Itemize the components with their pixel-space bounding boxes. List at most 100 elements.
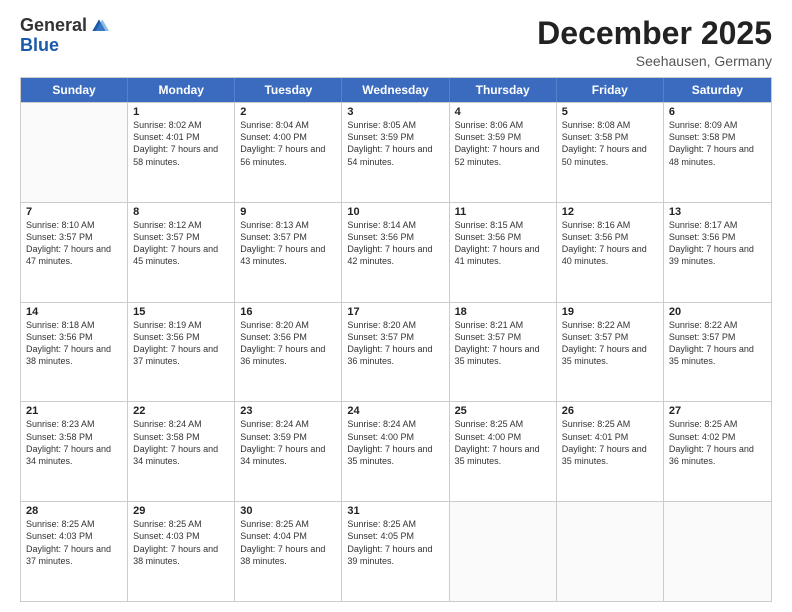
cell-info: Sunrise: 8:16 AM Sunset: 3:56 PM Dayligh… [562,219,658,268]
cell-info: Sunrise: 8:25 AM Sunset: 4:01 PM Dayligh… [562,418,658,467]
day-number: 31 [347,505,443,517]
cal-row-1: 7Sunrise: 8:10 AM Sunset: 3:57 PM Daylig… [21,202,771,302]
day-number: 8 [133,206,229,218]
cell-info: Sunrise: 8:19 AM Sunset: 3:56 PM Dayligh… [133,319,229,368]
cal-cell-0-1: 1Sunrise: 8:02 AM Sunset: 4:01 PM Daylig… [128,103,235,202]
cal-cell-4-3: 31Sunrise: 8:25 AM Sunset: 4:05 PM Dayli… [342,502,449,601]
cal-cell-4-2: 30Sunrise: 8:25 AM Sunset: 4:04 PM Dayli… [235,502,342,601]
cell-info: Sunrise: 8:05 AM Sunset: 3:59 PM Dayligh… [347,119,443,168]
cal-cell-3-1: 22Sunrise: 8:24 AM Sunset: 3:58 PM Dayli… [128,402,235,501]
day-number: 1 [133,106,229,118]
header-sunday: Sunday [21,78,128,102]
logo: General Blue [20,16,109,56]
cal-cell-1-6: 13Sunrise: 8:17 AM Sunset: 3:56 PM Dayli… [664,203,771,302]
cal-cell-1-2: 9Sunrise: 8:13 AM Sunset: 3:57 PM Daylig… [235,203,342,302]
day-number: 30 [240,505,336,517]
cal-cell-2-6: 20Sunrise: 8:22 AM Sunset: 3:57 PM Dayli… [664,303,771,402]
header-thursday: Thursday [450,78,557,102]
cal-cell-1-0: 7Sunrise: 8:10 AM Sunset: 3:57 PM Daylig… [21,203,128,302]
cal-cell-1-3: 10Sunrise: 8:14 AM Sunset: 3:56 PM Dayli… [342,203,449,302]
cell-info: Sunrise: 8:04 AM Sunset: 4:00 PM Dayligh… [240,119,336,168]
cell-info: Sunrise: 8:12 AM Sunset: 3:57 PM Dayligh… [133,219,229,268]
cal-cell-0-5: 5Sunrise: 8:08 AM Sunset: 3:58 PM Daylig… [557,103,664,202]
cal-cell-0-2: 2Sunrise: 8:04 AM Sunset: 4:00 PM Daylig… [235,103,342,202]
day-number: 13 [669,206,766,218]
day-number: 4 [455,106,551,118]
header-monday: Monday [128,78,235,102]
location: Seehausen, Germany [537,53,772,69]
day-number: 2 [240,106,336,118]
day-number: 17 [347,306,443,318]
cell-info: Sunrise: 8:25 AM Sunset: 4:02 PM Dayligh… [669,418,766,467]
day-number: 28 [26,505,122,517]
day-number: 22 [133,405,229,417]
day-number: 20 [669,306,766,318]
cal-cell-0-3: 3Sunrise: 8:05 AM Sunset: 3:59 PM Daylig… [342,103,449,202]
calendar-header: Sunday Monday Tuesday Wednesday Thursday… [21,78,771,102]
cell-info: Sunrise: 8:06 AM Sunset: 3:59 PM Dayligh… [455,119,551,168]
cal-cell-1-4: 11Sunrise: 8:15 AM Sunset: 3:56 PM Dayli… [450,203,557,302]
cal-cell-2-0: 14Sunrise: 8:18 AM Sunset: 3:56 PM Dayli… [21,303,128,402]
cell-info: Sunrise: 8:22 AM Sunset: 3:57 PM Dayligh… [669,319,766,368]
cell-info: Sunrise: 8:25 AM Sunset: 4:05 PM Dayligh… [347,518,443,567]
cell-info: Sunrise: 8:24 AM Sunset: 3:59 PM Dayligh… [240,418,336,467]
cell-info: Sunrise: 8:17 AM Sunset: 3:56 PM Dayligh… [669,219,766,268]
cell-info: Sunrise: 8:14 AM Sunset: 3:56 PM Dayligh… [347,219,443,268]
header-wednesday: Wednesday [342,78,449,102]
cal-row-2: 14Sunrise: 8:18 AM Sunset: 3:56 PM Dayli… [21,302,771,402]
title-block: December 2025 Seehausen, Germany [537,16,772,69]
cal-row-0: 1Sunrise: 8:02 AM Sunset: 4:01 PM Daylig… [21,102,771,202]
cal-cell-3-5: 26Sunrise: 8:25 AM Sunset: 4:01 PM Dayli… [557,402,664,501]
day-number: 3 [347,106,443,118]
page: General Blue December 2025 Seehausen, Ge… [0,0,792,612]
cal-cell-3-0: 21Sunrise: 8:23 AM Sunset: 3:58 PM Dayli… [21,402,128,501]
day-number: 14 [26,306,122,318]
cal-cell-3-4: 25Sunrise: 8:25 AM Sunset: 4:00 PM Dayli… [450,402,557,501]
cal-cell-0-6: 6Sunrise: 8:09 AM Sunset: 3:58 PM Daylig… [664,103,771,202]
header-friday: Friday [557,78,664,102]
day-number: 11 [455,206,551,218]
cal-cell-4-1: 29Sunrise: 8:25 AM Sunset: 4:03 PM Dayli… [128,502,235,601]
day-number: 6 [669,106,766,118]
day-number: 26 [562,405,658,417]
cell-info: Sunrise: 8:25 AM Sunset: 4:00 PM Dayligh… [455,418,551,467]
cal-cell-3-6: 27Sunrise: 8:25 AM Sunset: 4:02 PM Dayli… [664,402,771,501]
cal-cell-4-6 [664,502,771,601]
cell-info: Sunrise: 8:08 AM Sunset: 3:58 PM Dayligh… [562,119,658,168]
logo-blue: Blue [20,36,59,56]
cell-info: Sunrise: 8:20 AM Sunset: 3:57 PM Dayligh… [347,319,443,368]
cal-row-4: 28Sunrise: 8:25 AM Sunset: 4:03 PM Dayli… [21,501,771,601]
cell-info: Sunrise: 8:09 AM Sunset: 3:58 PM Dayligh… [669,119,766,168]
calendar-body: 1Sunrise: 8:02 AM Sunset: 4:01 PM Daylig… [21,102,771,601]
cal-cell-2-3: 17Sunrise: 8:20 AM Sunset: 3:57 PM Dayli… [342,303,449,402]
day-number: 5 [562,106,658,118]
cell-info: Sunrise: 8:20 AM Sunset: 3:56 PM Dayligh… [240,319,336,368]
cell-info: Sunrise: 8:22 AM Sunset: 3:57 PM Dayligh… [562,319,658,368]
cal-cell-1-1: 8Sunrise: 8:12 AM Sunset: 3:57 PM Daylig… [128,203,235,302]
cal-cell-2-5: 19Sunrise: 8:22 AM Sunset: 3:57 PM Dayli… [557,303,664,402]
cell-info: Sunrise: 8:21 AM Sunset: 3:57 PM Dayligh… [455,319,551,368]
cal-row-3: 21Sunrise: 8:23 AM Sunset: 3:58 PM Dayli… [21,401,771,501]
header: General Blue December 2025 Seehausen, Ge… [20,16,772,69]
day-number: 7 [26,206,122,218]
day-number: 18 [455,306,551,318]
cal-cell-3-2: 23Sunrise: 8:24 AM Sunset: 3:59 PM Dayli… [235,402,342,501]
cell-info: Sunrise: 8:24 AM Sunset: 4:00 PM Dayligh… [347,418,443,467]
cal-cell-3-3: 24Sunrise: 8:24 AM Sunset: 4:00 PM Dayli… [342,402,449,501]
logo-general: General [20,16,87,36]
logo-icon [89,16,109,36]
cell-info: Sunrise: 8:25 AM Sunset: 4:03 PM Dayligh… [26,518,122,567]
day-number: 19 [562,306,658,318]
cell-info: Sunrise: 8:25 AM Sunset: 4:03 PM Dayligh… [133,518,229,567]
month-title: December 2025 [537,16,772,51]
cal-cell-2-2: 16Sunrise: 8:20 AM Sunset: 3:56 PM Dayli… [235,303,342,402]
header-saturday: Saturday [664,78,771,102]
day-number: 24 [347,405,443,417]
day-number: 23 [240,405,336,417]
cell-info: Sunrise: 8:15 AM Sunset: 3:56 PM Dayligh… [455,219,551,268]
cell-info: Sunrise: 8:13 AM Sunset: 3:57 PM Dayligh… [240,219,336,268]
day-number: 12 [562,206,658,218]
day-number: 16 [240,306,336,318]
day-number: 21 [26,405,122,417]
day-number: 25 [455,405,551,417]
